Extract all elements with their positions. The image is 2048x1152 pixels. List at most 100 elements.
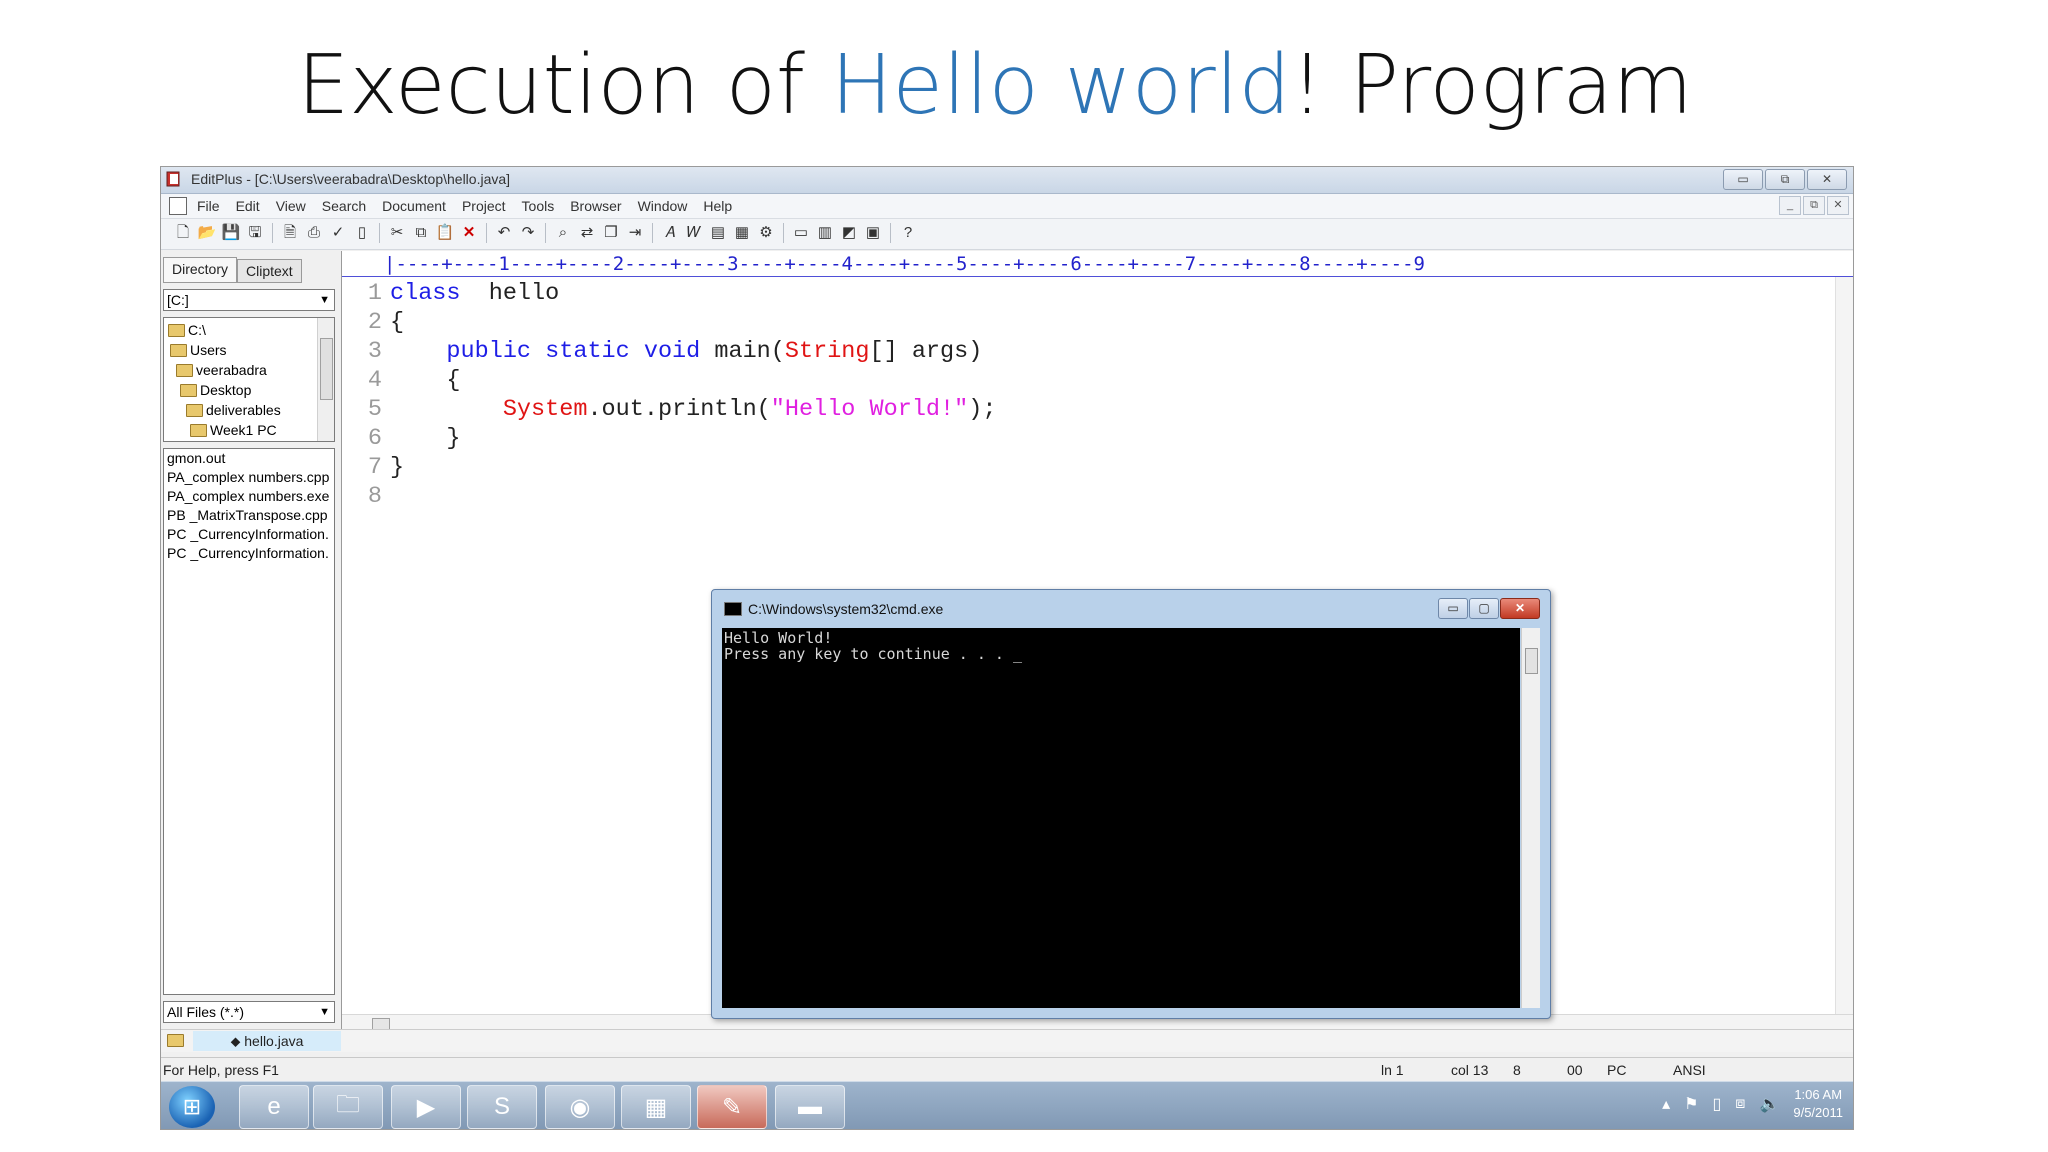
menu-help[interactable]: Help bbox=[703, 198, 732, 214]
firefox-icon[interactable]: ◉ bbox=[545, 1085, 615, 1129]
menu-tools[interactable]: Tools bbox=[522, 198, 555, 214]
powerpoint-icon[interactable]: ▦ bbox=[621, 1085, 691, 1129]
delete-icon[interactable]: ✕ bbox=[459, 223, 479, 243]
menu-search[interactable]: Search bbox=[322, 198, 366, 214]
cmd-scrollbar[interactable] bbox=[1521, 628, 1540, 1008]
cmd-icon[interactable]: ▬ bbox=[775, 1085, 845, 1129]
file-item[interactable]: gmon.out bbox=[164, 449, 334, 468]
ruler-icon[interactable]: ▤ bbox=[708, 223, 728, 243]
save-icon[interactable]: 💾 bbox=[221, 223, 241, 243]
tree-item[interactable]: veerabadra bbox=[176, 360, 267, 380]
copy-doc-icon[interactable]: ❐ bbox=[601, 223, 621, 243]
network-icon[interactable]: ⧈ bbox=[1735, 1095, 1745, 1113]
volume-icon[interactable]: 🔈 bbox=[1759, 1094, 1779, 1114]
tree-item[interactable]: deliverables bbox=[186, 400, 281, 420]
word-wrap-icon[interactable]: 𝑊 bbox=[684, 223, 704, 243]
help-icon[interactable]: ? bbox=[898, 223, 918, 243]
close-button[interactable]: ✕ bbox=[1807, 169, 1847, 190]
editplus-app-icon bbox=[166, 171, 180, 187]
cmd-titlebar[interactable]: C:\Windows\system32\cmd.exe bbox=[724, 601, 943, 617]
window-titlebar[interactable]: EditPlus - [C:\Users\veerabadra\Desktop\… bbox=[161, 167, 1853, 194]
window-icon[interactable]: ▭ bbox=[791, 223, 811, 243]
print-preview-icon[interactable]: 🗎 bbox=[280, 223, 300, 243]
menu-window[interactable]: Window bbox=[638, 198, 688, 214]
menu-document[interactable]: Document bbox=[382, 198, 446, 214]
editplus-icon[interactable]: ✎ bbox=[697, 1085, 767, 1129]
find-icon[interactable]: ⌕ bbox=[553, 223, 573, 243]
file-item[interactable]: PC _CurrencyInformation. bbox=[164, 525, 334, 544]
start-button[interactable]: ⊞ bbox=[169, 1086, 215, 1128]
file-filter-select[interactable]: All Files (*.*) ▼ bbox=[163, 1001, 335, 1023]
scrollbar-thumb[interactable] bbox=[320, 338, 333, 400]
tree-item[interactable]: Week1 PC bbox=[190, 420, 277, 440]
code-editor[interactable]: |----+----1----+----2----+----3----+----… bbox=[341, 251, 1853, 1035]
document-icon[interactable] bbox=[169, 197, 187, 215]
toolbar-separator bbox=[652, 223, 653, 243]
tree-item[interactable]: C:\ bbox=[168, 320, 206, 340]
print-icon[interactable]: ⎙ bbox=[304, 223, 324, 243]
redo-icon[interactable]: ↷ bbox=[518, 223, 538, 243]
cmd-minimize-button[interactable]: ▭ bbox=[1438, 598, 1468, 619]
open-folder-icon[interactable]: 📂 bbox=[197, 223, 217, 243]
paste-icon[interactable]: 📋 bbox=[435, 223, 455, 243]
cmd-window[interactable]: C:\Windows\system32\cmd.exe ▭ ▢ ✕ Hello … bbox=[711, 589, 1551, 1019]
page-icon[interactable]: ▯ bbox=[352, 223, 372, 243]
doc-tab-hello-java[interactable]: ⬥ hello.java bbox=[193, 1031, 341, 1051]
editor-vertical-scrollbar[interactable] bbox=[1835, 277, 1853, 1017]
file-item[interactable]: PC _CurrencyInformation. bbox=[164, 544, 334, 563]
folder-icon[interactable] bbox=[167, 1034, 184, 1047]
undo-icon[interactable]: ↶ bbox=[494, 223, 514, 243]
tab-cliptext[interactable]: Cliptext bbox=[237, 259, 302, 283]
file-list[interactable]: gmon.out PA_complex numbers.cpp PA_compl… bbox=[163, 448, 335, 995]
font-icon[interactable]: 𝐴 bbox=[660, 223, 680, 243]
scrollbar-thumb[interactable] bbox=[1525, 648, 1538, 674]
tray-expand-icon[interactable]: ▴ bbox=[1662, 1094, 1670, 1114]
skype-icon[interactable]: S bbox=[467, 1085, 537, 1129]
code-line: 4 { bbox=[342, 366, 461, 395]
cmd-maximize-button[interactable]: ▢ bbox=[1469, 598, 1499, 619]
file-item[interactable]: PA_complex numbers.exe bbox=[164, 487, 334, 506]
browser-icon[interactable]: ◩ bbox=[839, 223, 859, 243]
directory-tree[interactable]: C:\ Users veerabadra Desktop deliverable… bbox=[163, 317, 335, 442]
replace-icon[interactable]: ⇄ bbox=[577, 223, 597, 243]
menu-bar: File Edit View Search Document Project T… bbox=[161, 194, 1853, 219]
maximize-button[interactable]: ⧉ bbox=[1765, 169, 1805, 190]
file-item[interactable]: PB _MatrixTranspose.cpp bbox=[164, 506, 334, 525]
device-icon[interactable]: ▯ bbox=[1712, 1094, 1721, 1114]
indent-icon[interactable]: ⇥ bbox=[625, 223, 645, 243]
cmd-close-button[interactable]: ✕ bbox=[1500, 598, 1540, 619]
console-output[interactable]: Hello World! Press any key to continue .… bbox=[722, 628, 1520, 1008]
drive-select[interactable]: [C:] ▼ bbox=[163, 289, 335, 311]
tree-item[interactable]: Users bbox=[170, 340, 227, 360]
media-player-icon[interactable]: ▶ bbox=[391, 1085, 461, 1129]
tree-scrollbar[interactable] bbox=[317, 318, 334, 441]
column-icon[interactable]: ▦ bbox=[732, 223, 752, 243]
save-all-icon[interactable]: 🖫 bbox=[245, 223, 265, 243]
cliptext-icon[interactable]: ▣ bbox=[863, 223, 883, 243]
tab-directory[interactable]: Directory bbox=[163, 257, 238, 283]
file-item[interactable]: PA_complex numbers.cpp bbox=[164, 468, 334, 487]
file-explorer-icon[interactable]: 🗀 bbox=[313, 1085, 383, 1129]
tile-icon[interactable]: ▥ bbox=[815, 223, 835, 243]
cut-icon[interactable]: ✂ bbox=[387, 223, 407, 243]
mdi-close-button[interactable]: ✕ bbox=[1827, 196, 1849, 215]
internet-explorer-icon[interactable]: e bbox=[239, 1085, 309, 1129]
document-tabs: ⬥ hello.java bbox=[161, 1029, 1853, 1052]
menu-file[interactable]: File bbox=[197, 198, 220, 214]
tree-item[interactable]: Desktop bbox=[180, 380, 251, 400]
clock[interactable]: 1:06 AM 9/5/2011 bbox=[1793, 1086, 1843, 1122]
new-file-icon[interactable]: 🗋 bbox=[173, 223, 193, 243]
minimize-button[interactable]: ▭ bbox=[1723, 169, 1763, 190]
toolbar-separator bbox=[379, 223, 380, 243]
flag-icon[interactable]: ⚑ bbox=[1684, 1094, 1698, 1114]
code-line: 1 class hello bbox=[342, 279, 559, 308]
settings-icon[interactable]: ⚙ bbox=[756, 223, 776, 243]
menu-project[interactable]: Project bbox=[462, 198, 506, 214]
menu-edit[interactable]: Edit bbox=[236, 198, 260, 214]
spellcheck-icon[interactable]: ✓ bbox=[328, 223, 348, 243]
menu-view[interactable]: View bbox=[276, 198, 306, 214]
copy-icon[interactable]: ⧉ bbox=[411, 223, 431, 243]
mdi-restore-button[interactable]: ⧉ bbox=[1803, 196, 1825, 215]
mdi-minimize-button[interactable]: _ bbox=[1779, 196, 1801, 215]
menu-browser[interactable]: Browser bbox=[570, 198, 621, 214]
